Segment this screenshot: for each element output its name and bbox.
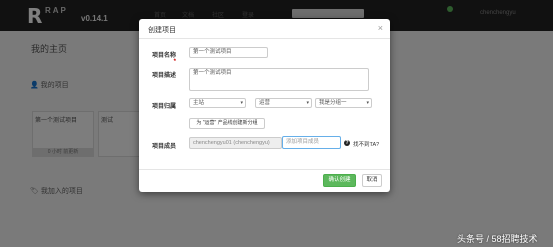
- help-link[interactable]: 找不到TA?: [353, 140, 379, 148]
- watermark: 头条号 / 58招聘技术: [457, 234, 538, 244]
- modal-title: 创建项目: [148, 27, 176, 34]
- project-desc-textarea[interactable]: 第一个测试项目: [189, 68, 369, 91]
- cancel-button[interactable]: 取消: [362, 174, 382, 187]
- modal-header: 创建项目 ×: [139, 19, 390, 39]
- belong-select-site[interactable]: 主站 ▾: [189, 98, 246, 108]
- belong-select-group-value: 我是分组一: [319, 100, 347, 106]
- project-name-label: 项目名称*: [150, 50, 176, 65]
- add-member-input[interactable]: 添加项目成员: [282, 136, 341, 149]
- confirm-create-button[interactable]: 确认创建: [323, 174, 356, 187]
- chevron-down-icon: ▾: [306, 100, 309, 106]
- project-desc-label: 项目描述: [151, 73, 176, 79]
- belong-select-product[interactable]: 运营 ▾: [255, 98, 312, 108]
- belong-select-product-value: 运营: [259, 100, 271, 106]
- project-belong-label: 项目归属: [151, 104, 176, 110]
- belong-select-site-value: 主站: [193, 100, 205, 106]
- project-name-input[interactable]: 第一个测试项目: [189, 47, 268, 58]
- close-icon[interactable]: ×: [378, 23, 383, 33]
- project-members-label: 项目成员: [151, 144, 176, 150]
- help-icon[interactable]: ?: [344, 140, 350, 146]
- modal-footer: [139, 169, 390, 170]
- belong-select-group[interactable]: 我是分组一 ▾: [315, 98, 372, 108]
- required-mark: *: [173, 59, 176, 65]
- chevron-down-icon: ▾: [240, 100, 243, 106]
- chevron-down-icon: ▾: [366, 100, 369, 106]
- create-group-button[interactable]: 为 "运营" 产品线创建新分组: [189, 118, 265, 129]
- project-name-label-text: 项目名称: [151, 53, 176, 59]
- create-project-modal: 创建项目 × 项目名称* 第一个测试项目 项目描述 第一个测试项目 项目归属 主…: [139, 19, 390, 192]
- members-readonly-input: chenchengyu01 (chenchengyu): [189, 137, 282, 149]
